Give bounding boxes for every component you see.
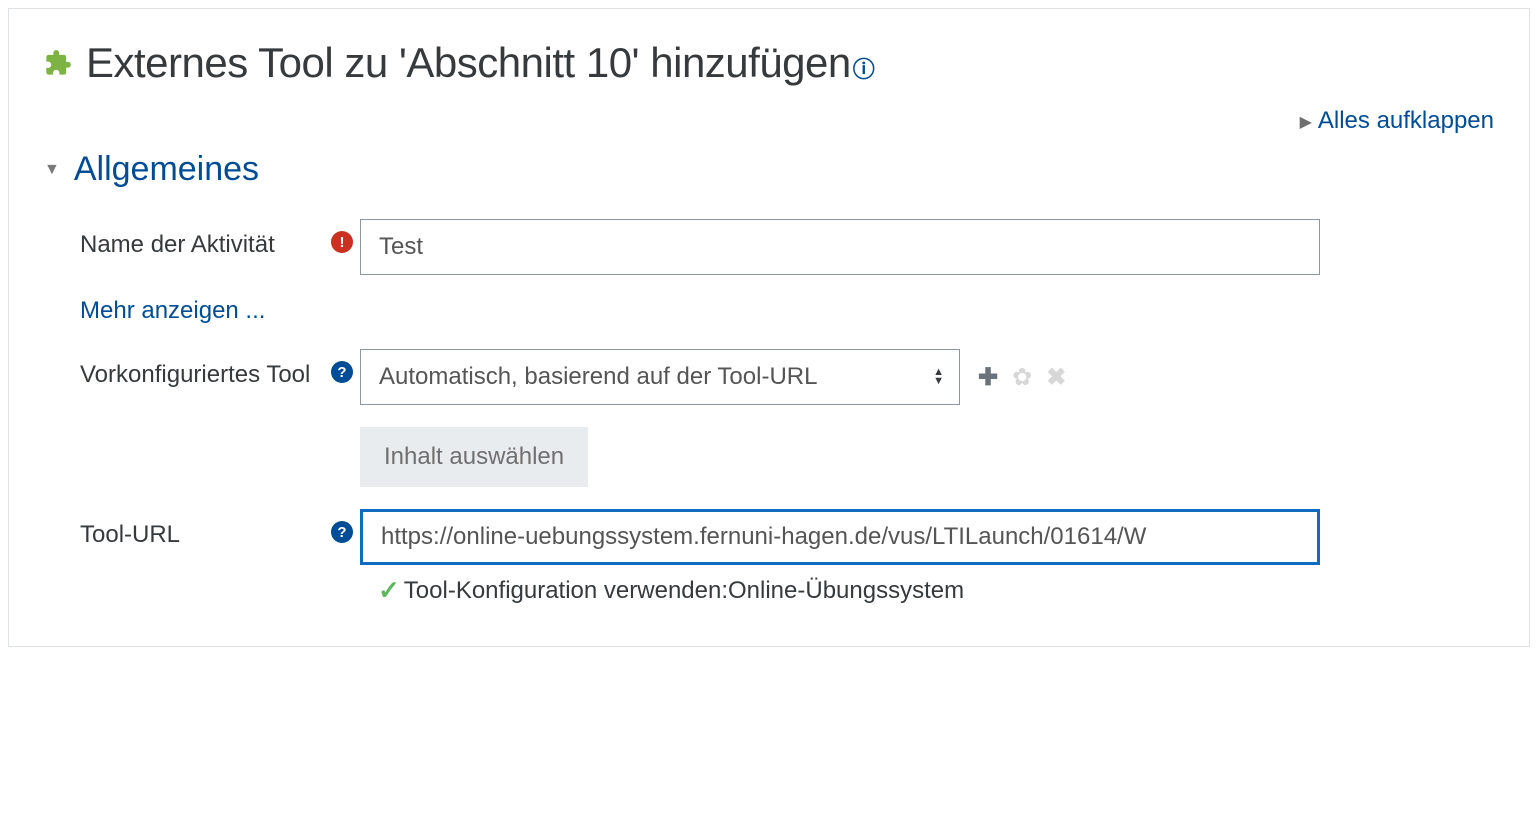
activity-name-input[interactable] [360, 219, 1320, 275]
preconfigured-tool-label: Vorkonfiguriertes Tool [80, 359, 324, 391]
help-icon[interactable]: ⓘ [853, 57, 875, 82]
expand-all-link[interactable]: ▶Alles aufklappen [1300, 107, 1494, 134]
show-more-link[interactable]: Mehr anzeigen ... [80, 297, 265, 324]
chevron-down-icon: ▼ [44, 161, 60, 179]
tool-url-input[interactable] [360, 509, 1320, 565]
select-caret-icon: ▲▼ [933, 369, 944, 385]
check-icon: ✓ [378, 575, 400, 606]
help-icon[interactable]: ? [331, 361, 353, 383]
page-title: Externes Tool zu 'Abschnitt 10' hinzufüg… [44, 39, 1494, 87]
required-icon: ! [331, 231, 353, 253]
preconfigured-tool-select[interactable]: Automatisch, basierend auf der Tool-URL … [360, 349, 960, 405]
help-icon[interactable]: ? [331, 521, 353, 543]
activity-name-label: Name der Aktivität [80, 229, 324, 261]
add-tool-icon[interactable]: ✚ [978, 363, 998, 392]
tool-url-label: Tool-URL [80, 519, 324, 551]
section-header-allgemeines[interactable]: ▼ Allgemeines [44, 150, 1494, 189]
page-title-text: Externes Tool zu 'Abschnitt 10' hinzufüg… [86, 39, 851, 86]
puzzle-icon [44, 49, 72, 77]
select-content-button[interactable]: Inhalt auswählen [360, 427, 588, 487]
section-title: Allgemeines [74, 150, 259, 189]
remove-icon[interactable]: ✖ [1046, 363, 1066, 392]
tool-url-hint: Tool-Konfiguration verwenden:Online-Übun… [404, 577, 964, 605]
gear-icon[interactable]: ✿ [1012, 363, 1032, 392]
